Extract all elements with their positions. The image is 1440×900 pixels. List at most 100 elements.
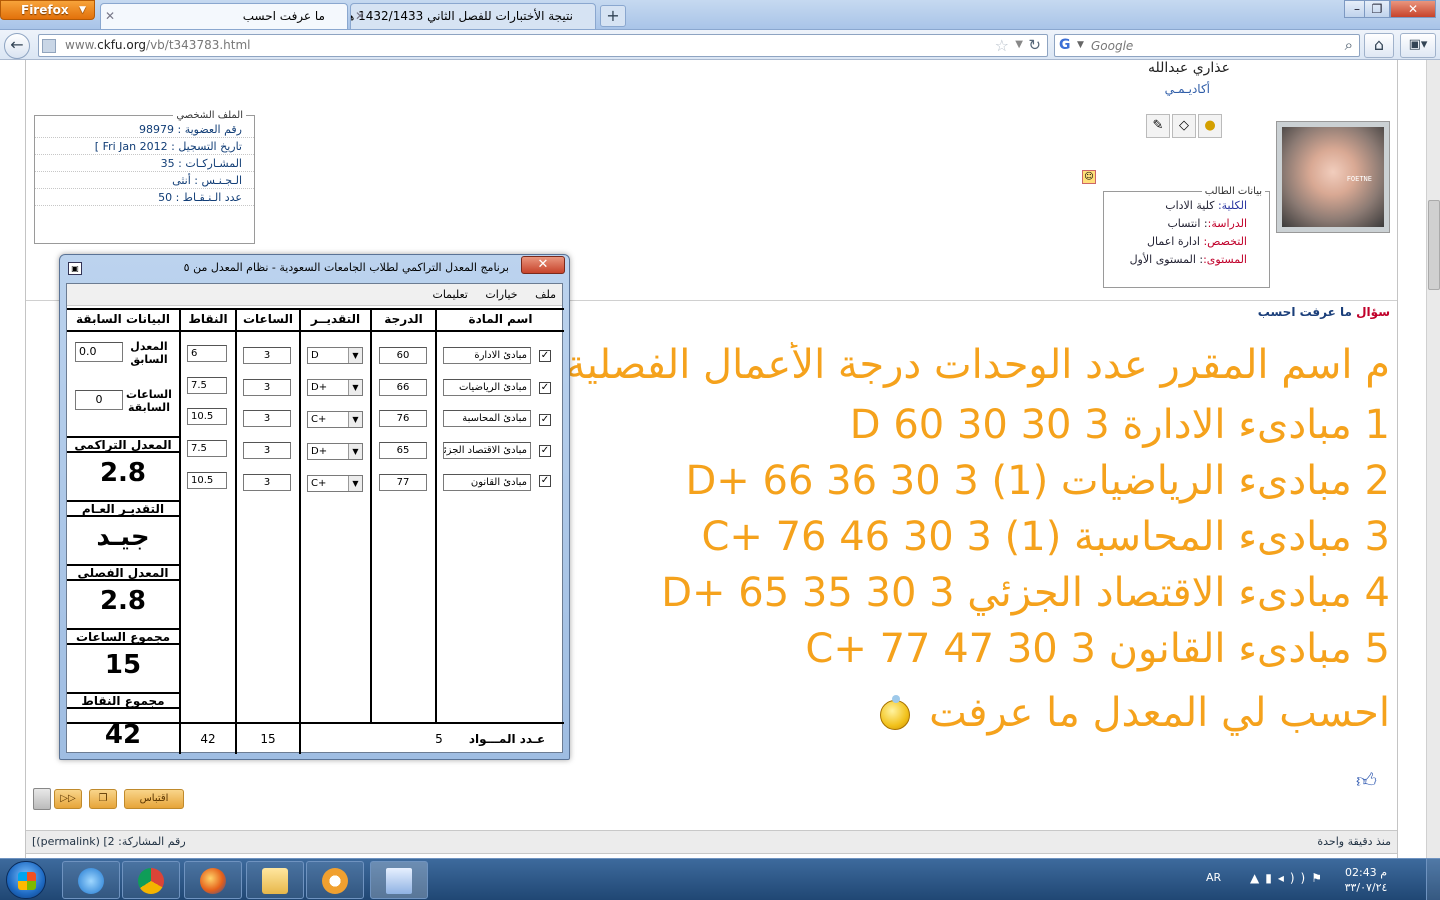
gpa-app-taskbar-button[interactable] (370, 861, 428, 899)
score-field[interactable]: 66 (379, 379, 427, 396)
course-name-field[interactable]: مبادئ الاقتصاد الجزئي (443, 442, 531, 459)
page-scrollbar[interactable] (1426, 60, 1440, 858)
chevron-down-icon[interactable]: ▼ (348, 444, 362, 459)
hours-field[interactable]: 3 (243, 379, 291, 396)
tab-active[interactable]: ما عرفت احسب ✕ (100, 3, 348, 29)
delete-icon[interactable] (33, 788, 51, 810)
avatar[interactable]: FOETNE (1276, 121, 1390, 233)
forward-button[interactable]: ▷▷ (54, 789, 82, 809)
points-column (179, 310, 235, 722)
course-checkbox[interactable]: ✓ (539, 414, 551, 426)
reload-icon[interactable]: ↻ (1028, 36, 1041, 54)
hours-field[interactable]: 3 (243, 442, 291, 459)
bookmark-star-icon[interactable]: ☆ (995, 36, 1009, 55)
engine-dropdown-icon[interactable]: ▼ (1077, 40, 1084, 50)
post-author-name[interactable]: عذاري عبدالله (1140, 60, 1230, 76)
chevron-down-icon[interactable]: ▼ (348, 412, 362, 427)
post-line-clip: م اسم المقرر عدد الوحدات درجة الأعمال ال… (566, 342, 1390, 398)
clock[interactable]: 02:43 م ٣٣/٠٧/٢٤ (1336, 865, 1396, 895)
chevron-down-icon: ▼ (79, 5, 86, 15)
url-text: www.ckfu.org/vb/t343783.html (65, 38, 251, 52)
new-tab-button[interactable]: + (600, 5, 626, 27)
grade-column (299, 310, 370, 722)
score-field[interactable]: 60 (379, 347, 427, 364)
firefox-menu-button[interactable]: Firefox ▼ (0, 0, 95, 20)
course-name-field[interactable]: مبادئ المحاسبة (443, 410, 531, 427)
chevron-down-icon[interactable]: ▼ (348, 476, 362, 491)
search-placeholder: Google (1091, 39, 1134, 53)
site-identity-icon[interactable] (42, 39, 56, 53)
start-button[interactable] (6, 861, 46, 899)
chevron-down-icon[interactable]: ▼ (348, 348, 362, 363)
tab-results[interactable]: نتيجة الأختبارات للفصل الثاني 1432/1433 … (350, 3, 596, 29)
content-border (1397, 60, 1398, 858)
scrollbar-thumb[interactable] (1428, 200, 1440, 290)
search-bar[interactable]: G ▼ Google ⌕ (1054, 34, 1360, 57)
calculator-close-button[interactable]: ✕ (521, 256, 565, 274)
post-number[interactable]: [(permalink) [2 :رقم المشاركة (32, 835, 186, 848)
search-icon[interactable]: ⌕ (1345, 36, 1353, 54)
home-button[interactable]: ⌂ (1364, 33, 1394, 58)
course-column (435, 310, 564, 722)
content-border (25, 60, 26, 858)
addon-menu-button[interactable]: ▣▾ (1400, 33, 1436, 58)
course-checkbox[interactable]: ✓ (539, 445, 551, 457)
prev-gpa-field[interactable]: 0.0 (75, 342, 123, 362)
internet-explorer-taskbar-button[interactable] (62, 861, 120, 899)
media-player-icon (322, 868, 348, 894)
multiquote-button[interactable]: ❐ (89, 789, 117, 809)
grade-select[interactable]: C+ ▼ (307, 475, 363, 492)
score-field[interactable]: 76 (379, 410, 427, 427)
chevron-down-icon[interactable]: ▼ (348, 380, 362, 395)
menu-help[interactable]: تعليمات (432, 288, 467, 301)
close-icon[interactable]: ✕ (105, 4, 115, 28)
back-button[interactable]: ← (4, 33, 30, 59)
quote-button[interactable]: اقتباس (124, 789, 184, 809)
overall-value: جيـد (96, 522, 150, 552)
menu-options[interactable]: خيارات (485, 288, 517, 301)
window-close-button[interactable]: ✕ (1390, 0, 1436, 18)
menu-file[interactable]: ملف (535, 288, 556, 301)
grade-select[interactable]: D+ ▼ (307, 443, 363, 460)
grade-select[interactable]: D ▼ (307, 347, 363, 364)
course-name-field[interactable]: مبادئ القانون (443, 474, 531, 491)
grade-select[interactable]: D+ ▼ (307, 379, 363, 396)
firefox-icon (200, 868, 226, 894)
calculator-grid: اسم المادة الدرجة التقديــر الساعات النق… (67, 308, 564, 754)
google-engine-icon[interactable]: G (1059, 37, 1071, 53)
totals-row: 42 42 15 5 عـدد المـــواد (67, 720, 564, 754)
tray-icons[interactable]: ▲▮◂))⚑ (1250, 871, 1328, 885)
course-name-field[interactable]: مبادئ الادارة (443, 347, 531, 364)
prev-hours-field[interactable]: 0 (75, 390, 123, 410)
header-hours: الساعات (237, 312, 299, 332)
chrome-taskbar-button[interactable] (122, 861, 180, 899)
post-footer: [(permalink) [2 :رقم المشاركة منذ دقيقة … (26, 830, 1397, 854)
show-desktop-button[interactable] (1426, 859, 1440, 900)
firefox-taskbar-button[interactable] (184, 861, 242, 899)
calculator-menubar: ملف خيارات تعليمات (67, 284, 562, 306)
close-icon[interactable]: ✕ (355, 4, 365, 28)
media-player-taskbar-button[interactable] (306, 861, 364, 899)
url-bar[interactable]: www.ckfu.org/vb/t343783.html ☆ ▼ ↻ (38, 34, 1048, 57)
score-field[interactable]: 65 (379, 442, 427, 459)
explorer-taskbar-button[interactable] (246, 861, 304, 899)
course-checkbox[interactable]: ✓ (539, 475, 551, 487)
totals-divider (299, 724, 301, 754)
app-icon[interactable]: ▣ (68, 262, 82, 275)
hours-field[interactable]: 3 (243, 410, 291, 427)
score-field[interactable]: 77 (379, 474, 427, 491)
language-indicator[interactable]: AR (1206, 871, 1221, 884)
hours-field[interactable]: 3 (243, 347, 291, 364)
profile-member-id: رقم العضوية : 98979 (35, 121, 254, 138)
course-checkbox[interactable]: ✓ (539, 350, 551, 362)
url-history-dropdown-icon[interactable]: ▼ (1015, 39, 1023, 50)
course-checkbox[interactable]: ✓ (539, 382, 551, 394)
maximize-button[interactable]: ❐ (1364, 0, 1390, 18)
like-icon[interactable]: 👍︎ (1356, 768, 1380, 792)
app-window-icon (386, 868, 412, 894)
grade-select[interactable]: C+ ▼ (307, 411, 363, 428)
course-name-field[interactable]: مبادئ الرياضيات (443, 379, 531, 396)
status-icon: ☺ (1082, 170, 1096, 184)
hours-field[interactable]: 3 (243, 474, 291, 491)
author-badges: ✎ ◇ ● (1146, 114, 1224, 140)
